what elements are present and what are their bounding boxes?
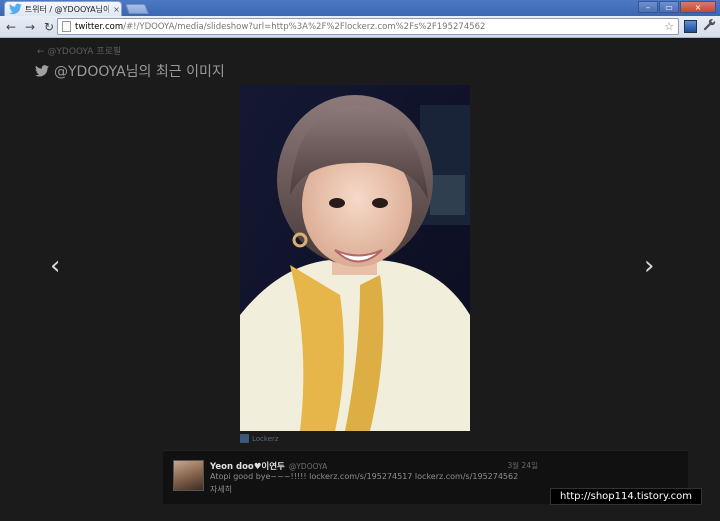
source-label: Lockerz xyxy=(252,434,279,443)
browser-toolbar: ← → ↻ twitter.com /#!/YDOOYA/media/slide… xyxy=(0,16,720,38)
portrait-image xyxy=(240,85,470,431)
lockerz-icon xyxy=(240,434,249,443)
image-source[interactable]: Lockerz xyxy=(240,434,279,443)
window-controls: – ▭ × xyxy=(638,1,716,13)
tab-close-icon[interactable]: × xyxy=(112,5,121,14)
tab-favicon-icon xyxy=(9,3,22,15)
tweet-author: Yeon doo♥이연두 @YDOOYA xyxy=(210,460,327,472)
watermark: http://shop114.tistory.com xyxy=(550,488,702,505)
url-path: /#!/YDOOYA/media/slideshow?url=http%3A%2… xyxy=(123,21,486,32)
close-window-button[interactable]: × xyxy=(680,1,716,13)
new-tab-button[interactable] xyxy=(125,4,149,14)
back-button[interactable]: ← xyxy=(3,19,19,35)
avatar[interactable] xyxy=(173,460,204,491)
twitter-bird-icon xyxy=(35,65,49,77)
browser-tab[interactable]: 트위터 / @YDOOYA님이 × xyxy=(4,1,122,16)
tweet-detail-link[interactable]: 자세히 xyxy=(210,484,232,495)
tweet-text: Atopi good bye~~~!!!!! lockerz.com/s/195… xyxy=(210,472,519,481)
slideshow-photo[interactable] xyxy=(240,85,470,431)
bookmark-star-icon[interactable]: ☆ xyxy=(664,20,674,33)
wrench-menu-icon[interactable] xyxy=(703,18,716,34)
page-title: @YDOOYA님의 최근 이미지 xyxy=(35,61,225,81)
minimize-button[interactable]: – xyxy=(638,1,658,13)
author-handle[interactable]: @YDOOYA xyxy=(289,462,327,471)
slideshow-page: ← @YDOOYA 프로필 @YDOOYA님의 최근 이미지 ‹ › Locke… xyxy=(0,39,720,521)
reload-button[interactable]: ↻ xyxy=(41,19,57,35)
tab-title: 트위터 / @YDOOYA님이 xyxy=(24,4,109,14)
forward-button[interactable]: → xyxy=(22,19,38,35)
tweet-date[interactable]: 3월 24일 xyxy=(508,460,539,471)
url-host: twitter.com xyxy=(75,21,124,32)
page-icon xyxy=(62,21,71,32)
page-title-text: @YDOOYA님의 최근 이미지 xyxy=(54,64,225,80)
browser-titlebar: 트위터 / @YDOOYA님이 × – ▭ × xyxy=(0,0,720,16)
maximize-button[interactable]: ▭ xyxy=(659,1,679,13)
address-bar[interactable]: twitter.com /#!/YDOOYA/media/slideshow?u… xyxy=(57,18,679,35)
extension-icon[interactable] xyxy=(684,20,697,33)
previous-image-button[interactable]: ‹ xyxy=(50,251,60,281)
back-to-profile-link[interactable]: ← @YDOOYA 프로필 xyxy=(37,44,121,57)
next-image-button[interactable]: › xyxy=(644,251,654,281)
author-name[interactable]: Yeon doo♥이연두 xyxy=(210,460,285,472)
